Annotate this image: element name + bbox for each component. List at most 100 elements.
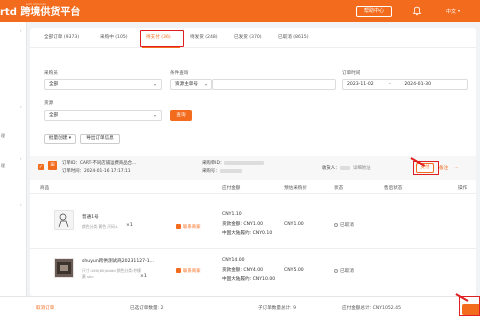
- help-center-button[interactable]: 帮助中心: [356, 6, 392, 17]
- amount-goods: 货款金额: CNY1.00: [222, 222, 264, 227]
- status-text: 已取消: [340, 269, 354, 274]
- cart-icon: ⊞: [48, 161, 57, 170]
- order-time-label: 订单时间: [342, 71, 361, 76]
- amount-total: CNY14.00: [222, 258, 245, 263]
- contact-seller-link[interactable]: 联系商家: [183, 224, 201, 230]
- footer-bar: 取消订单 已选订单数量: 2 子订单数量总计: 9 应付金额总计: CNY105…: [0, 296, 480, 320]
- chevron-down-icon: ▾: [154, 82, 157, 87]
- status-icon: [334, 223, 338, 227]
- order-time: 订单时间：2024-01-16 17:17:11: [62, 168, 131, 174]
- column-header: 商品: [40, 186, 50, 191]
- condition-label: 条件查询: [170, 71, 189, 76]
- chevron-down-icon: ▾: [205, 82, 208, 87]
- batch-create-button[interactable]: 批量创建 ▾: [44, 134, 76, 144]
- source-label: 货源: [44, 101, 54, 106]
- amount-total: CNY1.10: [222, 212, 242, 217]
- address-link[interactable]: 详细地址: [353, 166, 371, 171]
- cancel-order-button[interactable]: 取消订单: [36, 305, 54, 311]
- product-image-icon: [58, 213, 69, 228]
- product-spec: 颜色分类:黄色 尺码:L: [82, 224, 119, 229]
- selected-count: 已选订单数量: 2: [130, 306, 164, 311]
- product-spec: 尺寸:160(80)Addd 颜色分类:柠檬黄 sku: [82, 268, 141, 279]
- product-name[interactable]: shuyun跨供测试商20231127-1...: [82, 258, 154, 264]
- tab-pending-shipment[interactable]: 待发货 (248): [190, 34, 218, 40]
- top-bar: rtd 跨境供货平台 scm.rrtd.com 帮助中心 中文 ▾: [0, 0, 480, 22]
- brand-url: scm.rrtd.com: [26, 2, 46, 6]
- amount-shipping: 中国大陆履约: CNY0.10: [222, 231, 273, 236]
- purchase-seller-label: 采购号：: [202, 169, 220, 174]
- estimate-price: CNY5.00: [284, 268, 304, 273]
- column-header: 状态: [334, 186, 344, 191]
- status-icon: [334, 269, 338, 273]
- batch-create-label: 批量创建: [48, 136, 68, 141]
- chevron-down-icon: ▾: [458, 8, 461, 13]
- source-select[interactable]: 全部: [44, 110, 162, 121]
- product-image-icon: [57, 262, 71, 274]
- product-thumbnail[interactable]: [54, 210, 74, 230]
- chevron-down-icon: ▾: [154, 113, 157, 118]
- tab-purchasing[interactable]: 采购中 (105): [100, 34, 128, 40]
- annotation-highlight-box: [413, 161, 439, 175]
- purchase-id: 采购单ID：: [202, 160, 265, 166]
- remark-link[interactable]: 备注: [439, 165, 448, 171]
- payable-total: 应付金额总计: CNY1052.45: [342, 306, 402, 311]
- chat-icon: [176, 224, 181, 229]
- amount-goods: 货款金额: CNY4.00: [222, 268, 264, 273]
- condition-input[interactable]: [212, 79, 336, 90]
- column-header: 售后状态: [384, 186, 403, 191]
- tab-shipped[interactable]: 已发货 (370): [234, 34, 262, 40]
- buyer-select[interactable]: 全部: [44, 79, 162, 90]
- product-name[interactable]: 普通1号: [82, 214, 99, 220]
- sidebar-item-label[interactable]: 理: [0, 133, 26, 139]
- contact-seller-link[interactable]: 联系商家: [183, 268, 201, 274]
- receiver-label: 收货人：: [322, 166, 340, 171]
- sub-order-count: 子订单数量总计: 9: [258, 306, 297, 311]
- order-checkbox[interactable]: ✓: [38, 164, 44, 170]
- amount-shipping: 中国大陆履约: CNY10.00: [222, 277, 276, 282]
- redacted-value: [224, 160, 265, 165]
- buyer-label: 采购员: [44, 71, 58, 76]
- column-header: 预估采购价: [284, 186, 307, 191]
- sidebar: › 理 › 理 › ›: [0, 22, 27, 320]
- column-header: 操作: [458, 186, 468, 191]
- product-qty: ×1: [126, 223, 133, 228]
- annotation-highlight-box: [459, 296, 480, 316]
- purchase-seller: 采购号：: [202, 168, 242, 174]
- table-header: 商品 应付金额 预估采购价 状态 售后状态 操作: [30, 180, 476, 194]
- order-time-range[interactable]: 2023-11-02 - 2024-01-30: [342, 79, 468, 90]
- order-id[interactable]: 订单ID：CART-不同店铺运费商品合...: [62, 160, 136, 166]
- order-id-label: 订单ID：: [62, 161, 80, 166]
- time-start[interactable]: 2023-11-02: [347, 82, 374, 87]
- tab-all-orders[interactable]: 全部订单 (9373): [44, 34, 79, 40]
- column-header: 应付金额: [222, 186, 241, 191]
- export-orders-button[interactable]: 导出订单信息: [80, 134, 120, 144]
- tab-cancelled[interactable]: 已取消 (8615): [278, 34, 309, 40]
- purchase-id-label: 采购单ID：: [202, 161, 225, 166]
- annotation-highlight-box: [140, 30, 184, 47]
- order-time-label: 订单时间：: [62, 169, 84, 174]
- redacted-value: [219, 168, 242, 173]
- product-thumbnail[interactable]: [54, 258, 74, 278]
- bell-icon[interactable]: [412, 6, 422, 16]
- status-text: 已取消: [340, 223, 354, 228]
- time-end[interactable]: 2024-01-30: [404, 82, 431, 87]
- language-selector[interactable]: 中文: [446, 8, 456, 15]
- search-button[interactable]: 查询: [170, 110, 192, 121]
- more-actions[interactable]: ...: [454, 165, 458, 170]
- order-id-value: CART-不同店铺运费商品合...: [79, 161, 137, 166]
- chevron-right-icon[interactable]: ›: [20, 104, 22, 109]
- order-panel: 全部订单 (9373) 采购中 (105) 待支付 (36) 待发货 (248)…: [30, 28, 476, 296]
- estimate-price: CNY1.00: [284, 222, 304, 227]
- chevron-right-icon[interactable]: ›: [20, 156, 22, 161]
- sidebar-item-label[interactable]: 理: [0, 163, 26, 169]
- chevron-right-icon[interactable]: ›: [20, 202, 22, 207]
- product-qty: ×1: [140, 274, 147, 279]
- chevron-right-icon[interactable]: ›: [20, 28, 22, 33]
- order-time-value: 2024-01-16 17:17:11: [83, 169, 131, 174]
- chat-icon: [176, 268, 181, 273]
- time-separator: -: [389, 82, 391, 87]
- receiver: 收货人： 详细地址: [322, 165, 371, 171]
- check-icon: ✓: [38, 164, 44, 170]
- chevron-down-icon: ▾: [68, 136, 72, 141]
- redacted-value: [339, 165, 350, 170]
